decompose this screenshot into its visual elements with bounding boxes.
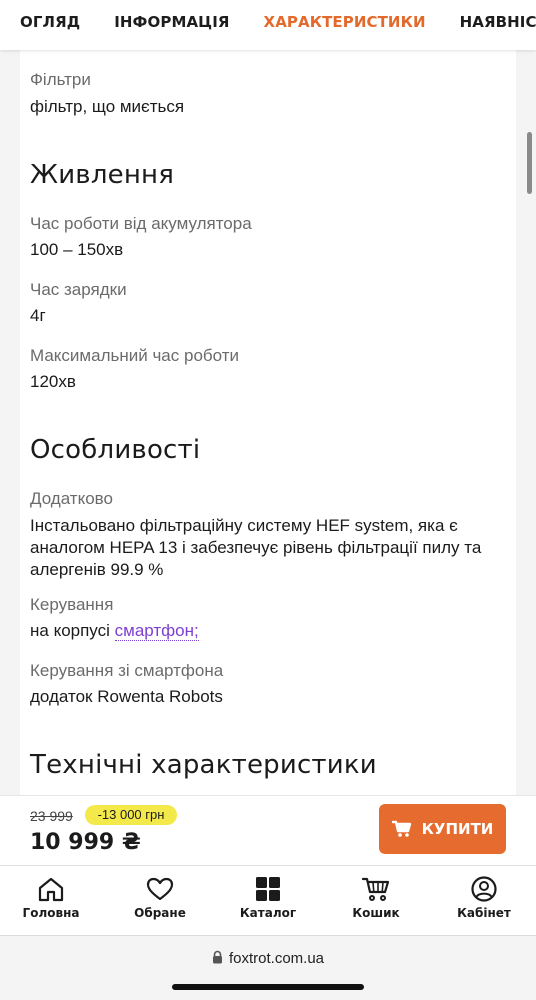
url-text: foxtrot.com.ua	[228, 950, 325, 967]
nav-account-label: Кабінет	[457, 906, 511, 920]
discount-badge: -13 000 грн	[85, 805, 177, 825]
max-time-value: 120хв	[30, 372, 76, 391]
browser-address-bar: foxtrot.com.ua	[0, 935, 536, 1000]
bottom-navigation: Головна Обране Каталог Кошик Кабінет	[0, 865, 536, 936]
section-tabs: ОГЛЯД ІНФОРМАЦІЯ ХАРАКТЕРИСТИКИ НАЯВНІСТЬ В…	[0, 0, 536, 50]
lock-icon	[212, 950, 222, 964]
smartphone-control-label: Керування зі смартфона	[30, 661, 224, 680]
tab-store-availability[interactable]: НАЯВНІСТЬ В МАГАЗИНАХ	[460, 13, 536, 31]
control-value: на корпусі смартфон;	[30, 620, 510, 642]
filters-value: фільтр, що миється	[30, 97, 185, 116]
nav-account[interactable]: Кабінет	[439, 876, 529, 920]
nav-favorites-label: Обране	[134, 906, 186, 920]
battery-time-label: Час роботи від акумулятора	[30, 214, 252, 233]
battery-time-value: 100 – 150хв	[30, 240, 124, 259]
purchase-bar: 23 999 -13 000 грн 10 999 ₴ КУПИТИ	[0, 795, 536, 866]
buy-button[interactable]: КУПИТИ	[379, 804, 506, 854]
heart-icon	[146, 877, 174, 901]
control-label: Керування	[30, 595, 114, 614]
user-icon	[471, 876, 497, 902]
nav-cart-label: Кошик	[352, 906, 400, 920]
current-price: 10 999 ₴	[30, 830, 141, 855]
nav-home-label: Головна	[22, 906, 80, 920]
tab-information[interactable]: ІНФОРМАЦІЯ	[114, 13, 229, 31]
smartphone-control-value: додаток Rowenta Robots	[30, 687, 223, 706]
tab-overview[interactable]: ОГЛЯД	[20, 13, 80, 31]
features-section-title: Особливості	[30, 435, 201, 465]
extra-label: Додатково	[30, 489, 113, 508]
nav-catalog[interactable]: Каталог	[223, 876, 313, 920]
smartphone-link[interactable]: смартфон;	[114, 621, 199, 641]
cart-icon	[391, 820, 411, 837]
url-display[interactable]: foxtrot.com.ua	[0, 950, 536, 967]
specs-panel: Фільтри фільтр, що миється Живлення Час …	[20, 50, 516, 795]
charge-time-value: 4г	[30, 306, 46, 325]
max-time-label: Максимальний час роботи	[30, 346, 239, 365]
extra-value: Інстальовано фільтраційну систему HEF sy…	[30, 516, 482, 579]
nav-favorites[interactable]: Обране	[115, 876, 205, 920]
tab-characteristics[interactable]: ХАРАКТЕРИСТИКИ	[264, 13, 426, 31]
page-scrollbar[interactable]	[527, 132, 532, 194]
power-section-title: Живлення	[30, 160, 175, 190]
nav-catalog-label: Каталог	[239, 906, 297, 920]
control-value-text: на корпусі	[30, 621, 110, 640]
nav-home[interactable]: Головна	[6, 876, 96, 920]
charge-time-label: Час зарядки	[30, 280, 127, 299]
old-price: 23 999	[30, 808, 73, 824]
cart-icon	[361, 877, 390, 901]
filters-label: Фільтри	[30, 70, 91, 89]
home-icon	[38, 877, 64, 902]
nav-cart[interactable]: Кошик	[331, 876, 421, 920]
technical-section-title: Технічні характеристики	[30, 750, 377, 780]
buy-button-label: КУПИТИ	[421, 820, 494, 838]
grid-icon	[256, 877, 280, 901]
home-indicator[interactable]	[172, 984, 364, 990]
